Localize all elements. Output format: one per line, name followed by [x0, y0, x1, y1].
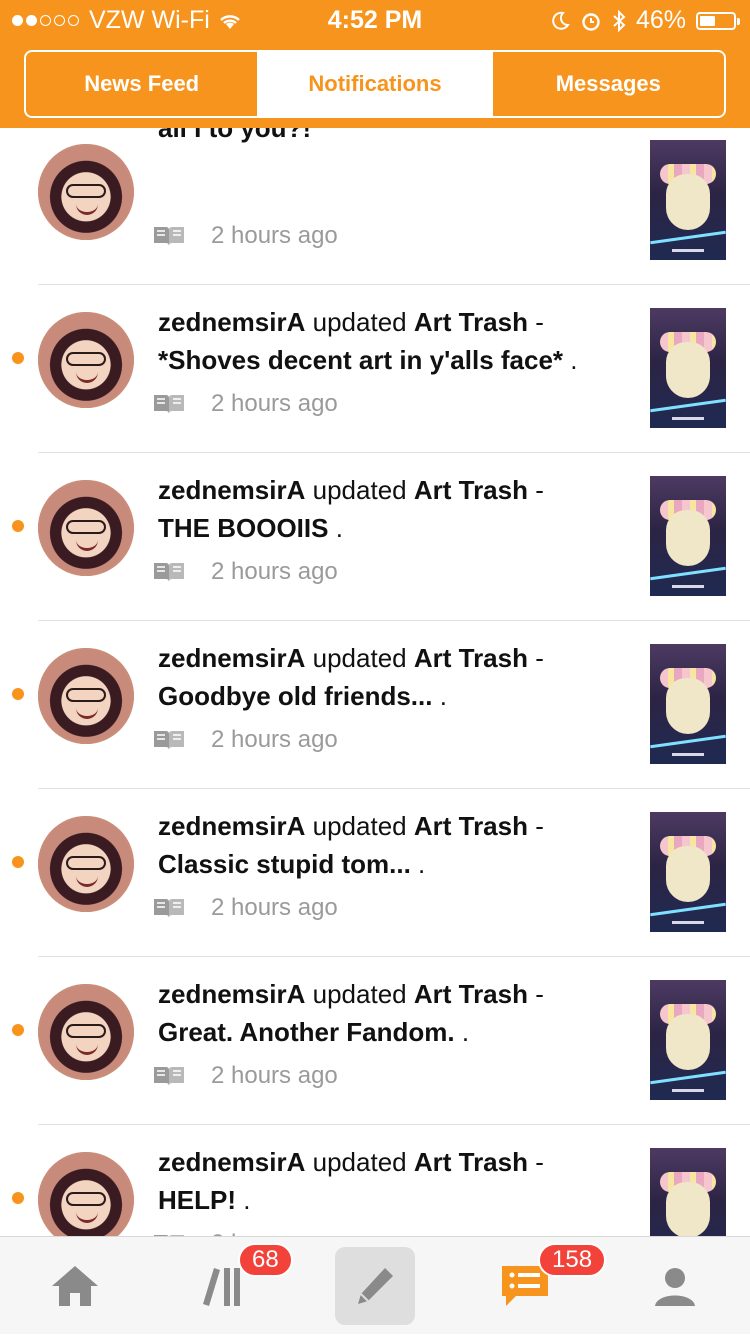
- unread-dot: [12, 1192, 24, 1204]
- notifications-tab[interactable]: 158: [470, 1237, 607, 1335]
- notification-story: Art Trash: [413, 979, 528, 1009]
- notification-detail: Classic stupid tom...: [158, 849, 411, 879]
- notification-story: Art Trash: [413, 1147, 528, 1177]
- story-cover-thumbnail[interactable]: [650, 1148, 726, 1236]
- unread-dot: [12, 352, 24, 364]
- notification-user: zednemsirA: [158, 811, 306, 841]
- unread-dot: [12, 688, 24, 700]
- unread-dot: [12, 1024, 24, 1036]
- notification-action: updated: [312, 1147, 407, 1177]
- notification-story: Art Trash: [413, 475, 528, 505]
- home-icon: [52, 1266, 98, 1306]
- notification-row[interactable]: zednemsirA updated Art Trash - Great. An…: [0, 878, 750, 1125]
- bluetooth-icon: [613, 9, 626, 32]
- battery-icon: [696, 11, 740, 30]
- notification-story: Art Trash: [413, 643, 528, 673]
- tab-messages[interactable]: Messages: [490, 52, 724, 116]
- notification-user: zednemsirA: [158, 307, 306, 337]
- notification-text: zednemsirA updated Art Trash - Classic s…: [158, 811, 544, 879]
- notification-row[interactable]: zednemsirA updated Art Trash - Classic s…: [0, 710, 750, 957]
- notification-detail: *Shoves decent art in y'alls face*: [158, 345, 564, 375]
- moon-icon: [552, 11, 570, 30]
- notification-row[interactable]: zednemsirA updated Art Trash - Goodbye o…: [0, 542, 750, 789]
- notification-action: updated: [312, 979, 407, 1009]
- bottom-tab-bar: 68 158: [0, 1236, 750, 1334]
- compose-button[interactable]: [335, 1247, 415, 1325]
- library-tab[interactable]: 68: [170, 1237, 293, 1335]
- notification-user: zednemsirA: [158, 475, 306, 505]
- notification-text: zednemsirA updated Art Trash - *Shoves d…: [158, 307, 578, 375]
- notification-story: Art Trash: [413, 307, 528, 337]
- notification-text: all I to you?!: [158, 128, 598, 147]
- notification-row[interactable]: zednemsirA updated Art Trash - HELP! .2 …: [0, 1046, 750, 1236]
- notification-action: updated: [312, 307, 407, 337]
- notification-text: zednemsirA updated Art Trash - THE BOOOI…: [158, 475, 544, 543]
- notification-detail: Great. Another Fandom.: [158, 1017, 455, 1047]
- notification-detail: HELP!: [158, 1185, 236, 1215]
- status-bar: VZW Wi-Fi 4:52 PM 46%: [0, 0, 750, 40]
- feed-segmented-control: News Feed Notifications Messages: [24, 50, 726, 118]
- notification-user: zednemsirA: [158, 643, 306, 673]
- notification-user: zednemsirA: [158, 979, 306, 1009]
- pencil-icon: [358, 1268, 393, 1304]
- notification-detail: all I to you?!: [158, 128, 312, 143]
- notification-text: zednemsirA updated Art Trash - HELP! .: [158, 1147, 544, 1215]
- alarm-icon: [582, 12, 600, 31]
- tab-notifications[interactable]: Notifications: [257, 52, 491, 116]
- notification-row[interactable]: zednemsirA updated Art Trash - *Shoves d…: [0, 206, 750, 453]
- compose-tab[interactable]: [320, 1237, 430, 1335]
- avatar[interactable]: [38, 1152, 134, 1236]
- unread-dot: [12, 856, 24, 868]
- notification-action: updated: [312, 475, 407, 505]
- battery-fill: [700, 15, 715, 26]
- notification-detail: Goodbye old friends...: [158, 681, 433, 711]
- profile-icon: [655, 1268, 695, 1306]
- status-right: 46%: [550, 6, 740, 35]
- notifications-badge: 158: [538, 1243, 607, 1277]
- notification-text: zednemsirA updated Art Trash - Great. An…: [158, 979, 544, 1047]
- profile-tab[interactable]: [620, 1237, 730, 1335]
- home-tab[interactable]: [20, 1237, 130, 1335]
- notification-detail: THE BOOOIIS: [158, 513, 329, 543]
- notification-list[interactable]: all I to you?! 2 hours ago zednemsirA upda…: [0, 128, 750, 1236]
- notification-action: updated: [312, 811, 407, 841]
- library-badge: 68: [238, 1243, 293, 1277]
- notification-action: updated: [312, 643, 407, 673]
- app-header: VZW Wi-Fi 4:52 PM 46% News Feed Notifica…: [0, 0, 750, 128]
- notification-row[interactable]: zednemsirA updated Art Trash - THE BOOOI…: [0, 374, 750, 621]
- notification-user: zednemsirA: [158, 1147, 306, 1177]
- battery-percent: 46%: [635, 6, 686, 34]
- notification-row[interactable]: all I to you?! 2 hours ago: [0, 128, 750, 285]
- notification-story: Art Trash: [413, 811, 528, 841]
- unread-dot: [12, 520, 24, 532]
- tab-news-feed[interactable]: News Feed: [26, 52, 257, 116]
- notification-text: zednemsirA updated Art Trash - Goodbye o…: [158, 643, 544, 711]
